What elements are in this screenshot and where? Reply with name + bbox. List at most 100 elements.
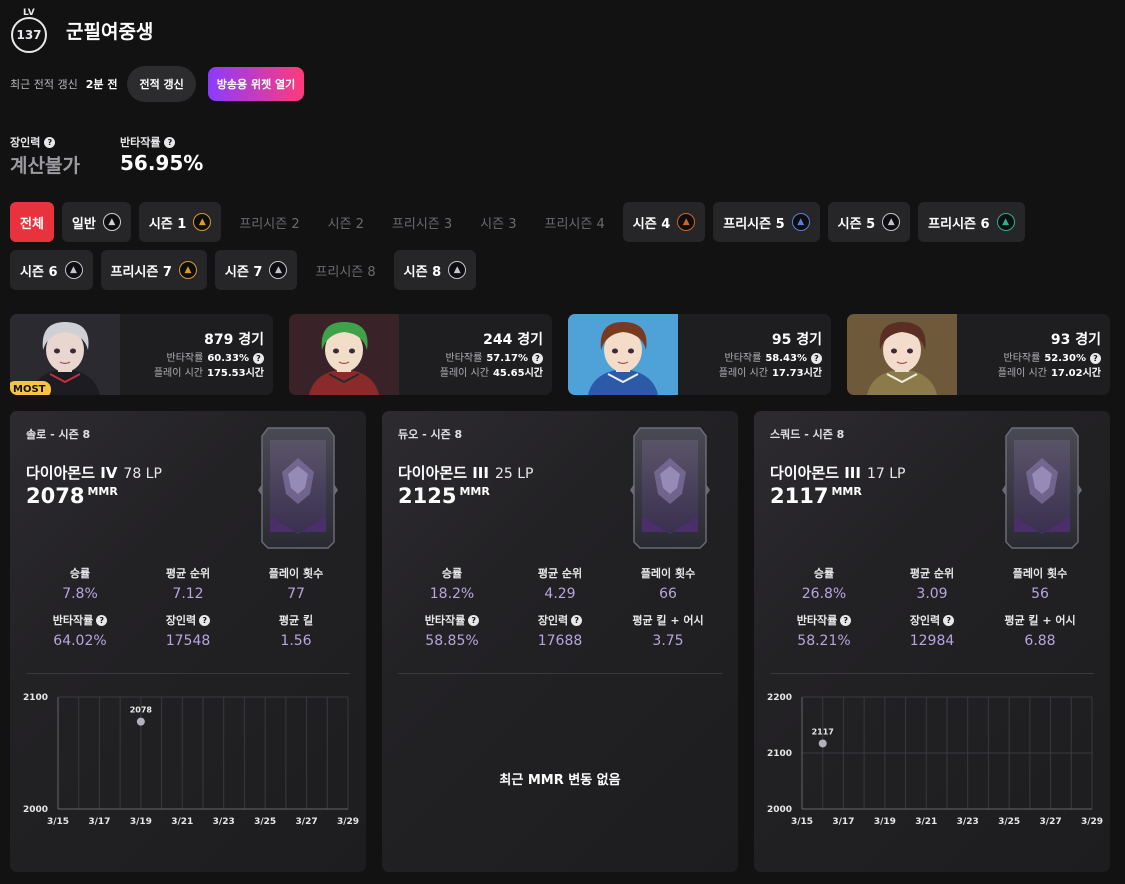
mmr-data-point[interactable] <box>818 739 827 748</box>
season-chip[interactable]: 프리시즌 6 ▲ <box>918 202 1025 242</box>
stat-value: 12984 <box>909 633 955 649</box>
help-icon[interactable]: ? <box>840 614 852 626</box>
stat-value: 4.29 <box>544 586 576 602</box>
season-chip-label: 시즌 7 <box>224 264 263 280</box>
mmr-display: 2078 MMR <box>26 484 118 508</box>
tier-name: 다이아몬드 IV <box>26 464 118 482</box>
y-tick-label: 2000 <box>767 805 792 815</box>
avoid-rate-label: 반타작률 <box>166 353 204 364</box>
character-games: 95 경기 <box>771 332 822 348</box>
season-chip-label: 시즌 2 <box>327 216 364 232</box>
stat-label: 승률 <box>69 567 91 580</box>
help-icon[interactable]: ? <box>96 614 108 626</box>
queue-mode-label: 듀오 - 시즌 8 <box>398 428 463 441</box>
season-chip[interactable]: 시즌 8 ▲ <box>393 250 477 290</box>
help-icon[interactable]: ? <box>532 353 543 364</box>
x-tick-label: 3/21 <box>171 817 193 827</box>
help-icon[interactable]: ? <box>571 614 583 626</box>
season-chip[interactable]: 시즌 4 ▲ <box>622 202 706 242</box>
rank-tier: 다이아몬드 III 17 LP <box>770 462 905 483</box>
stat-cell: 평균 순위 3.09 <box>878 566 986 602</box>
stat-cell: 평균 순위 7.12 <box>134 566 242 602</box>
x-tick-label: 3/29 <box>1081 817 1103 827</box>
season-chip[interactable]: 시즌 1 ▲ <box>138 202 222 242</box>
x-tick-label: 3/15 <box>47 817 69 827</box>
mmr-value: 2078 <box>26 484 85 508</box>
stat-label: 반타작률 <box>796 614 838 627</box>
divider <box>398 673 722 674</box>
last-update-label: 최근 전적 갱신 <box>10 78 78 91</box>
character-card[interactable]: 93 경기 반타작률 52.30% ? 플레이 시간 17.02시간 <box>847 314 1110 395</box>
mmr-unit: MMR <box>831 485 862 498</box>
season-chip-label: 시즌 1 <box>148 216 187 232</box>
character-card[interactable]: MOST 879 경기 반타작률 60.33% ? 플레이 시간 175.53시… <box>10 314 273 395</box>
season-chip: 프리시즌 2 <box>229 202 309 242</box>
season-chip[interactable]: 전체 <box>10 202 54 242</box>
stat-label: 반타작률 <box>424 614 466 627</box>
play-time-value: 45.65시간 <box>492 368 543 379</box>
stat-label: 플레이 횟수 <box>268 567 324 580</box>
stat-cell: 승률 26.8% <box>770 566 878 602</box>
tier-icon: ▲ <box>102 213 121 231</box>
season-chip-label: 프리시즌 4 <box>544 216 605 232</box>
season-chip[interactable]: 프리시즌 5 ▲ <box>713 202 820 242</box>
character-card[interactable]: 95 경기 반타작률 58.43% ? 플레이 시간 17.73시간 <box>568 314 831 395</box>
refresh-record-button[interactable]: 전적 갱신 <box>127 66 196 102</box>
rank-stats-grid: 승률 7.8% 평균 순위 7.12 플레이 횟수 77 반타작률? 64.02… <box>26 566 350 649</box>
stat-value: 6.88 <box>1024 633 1056 649</box>
avoid-rate-label: 반타작률 <box>724 353 762 364</box>
stat-value: 1.56 <box>280 633 312 649</box>
help-icon[interactable]: ? <box>943 614 955 626</box>
avoid-rate-label: 반타작률 <box>120 136 161 149</box>
stat-cell: 평균 순위 4.29 <box>506 566 614 602</box>
help-icon[interactable]: ? <box>253 353 264 364</box>
stat-label: 승률 <box>813 567 835 580</box>
season-chip-label: 프리시즌 2 <box>239 216 300 232</box>
tier-icon: ▲ <box>269 261 288 279</box>
mmr-value: 2125 <box>398 484 457 508</box>
season-chip[interactable]: 시즌 7 ▲ <box>214 250 298 290</box>
season-chip[interactable]: 시즌 6 ▲ <box>10 250 93 290</box>
season-chip: 프리시즌 8 <box>305 250 385 290</box>
character-time-row: 플레이 시간 175.53시간 <box>154 366 264 381</box>
character-stats: 244 경기 반타작률 57.17% ? 플레이 시간 45.65시간 <box>440 329 543 381</box>
data-point-label: 2078 <box>130 706 153 715</box>
character-card[interactable]: 244 경기 반타작률 57.17% ? 플레이 시간 45.65시간 <box>289 314 552 395</box>
mmr-history-chart: 2000 2100 3/15 3/17 3/19 3/21 3/23 3/25 3/27 3/29… <box>23 693 359 827</box>
season-chip-label: 프리시즌 7 <box>110 264 172 280</box>
open-widget-button[interactable]: 방송용 위젯 열기 <box>207 67 305 101</box>
help-icon[interactable]: ? <box>1090 353 1101 364</box>
help-icon[interactable]: ? <box>811 353 822 364</box>
stat-value: 17548 <box>165 633 211 649</box>
tier-name: 다이아몬드 III <box>770 464 861 482</box>
mmr-data-point[interactable] <box>136 717 145 726</box>
mmr-value: 2117 <box>770 484 829 508</box>
level-value: 137 <box>11 17 47 53</box>
help-icon[interactable]: ? <box>199 614 211 626</box>
tier-icon: ▲ <box>64 261 83 279</box>
stat-cell: 승률 18.2% <box>398 566 506 602</box>
stat-label: 평균 순위 <box>909 567 955 580</box>
character-avoid-row: 반타작률 57.17% ? <box>440 351 543 366</box>
stat-label: 장인력 <box>537 614 569 627</box>
help-icon[interactable]: ? <box>44 136 56 148</box>
character-time-row: 플레이 시간 17.02시간 <box>998 366 1101 381</box>
help-icon[interactable]: ? <box>164 136 176 148</box>
stat-label: 평균 킬 + 어시 <box>1004 614 1076 627</box>
queue-mode-label: 스쿼드 - 시즌 8 <box>770 428 845 441</box>
season-chip[interactable]: 프리시즌 7 ▲ <box>100 250 207 290</box>
mmr-power-label: 장인력 <box>10 136 41 149</box>
x-tick-label: 3/17 <box>832 817 854 827</box>
season-chip-label: 일반 <box>71 216 96 232</box>
season-chip[interactable]: 시즌 5 ▲ <box>827 202 911 242</box>
stat-label: 평균 킬 <box>278 614 314 627</box>
season-chip[interactable]: 일반 ▲ <box>61 202 131 242</box>
mmr-unit: MMR <box>459 485 490 498</box>
diamond-tier-emblem <box>1002 427 1082 549</box>
stat-label: 평균 순위 <box>165 567 211 580</box>
x-tick-label: 3/29 <box>337 817 359 827</box>
stat-label: 평균 순위 <box>537 567 583 580</box>
character-avoid-row: 반타작률 60.33% ? <box>154 351 264 366</box>
help-icon[interactable]: ? <box>468 614 480 626</box>
stat-label: 승률 <box>441 567 463 580</box>
